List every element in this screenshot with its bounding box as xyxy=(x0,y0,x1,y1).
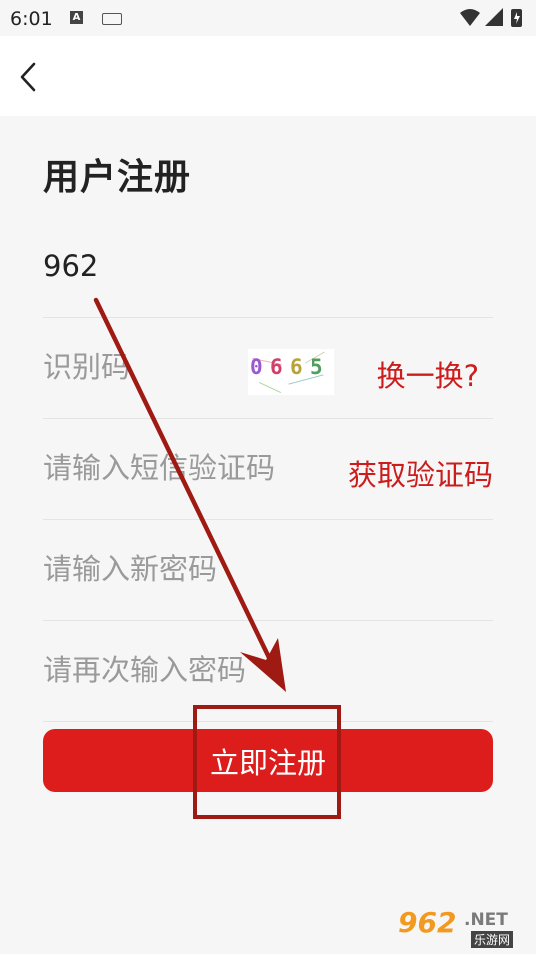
watermark-brand: 962 xyxy=(398,906,457,939)
watermark-logo: 962 .NET 乐游网 xyxy=(396,906,528,948)
captcha-image[interactable]: 0 6 6 5 xyxy=(248,349,334,395)
phone-row xyxy=(43,216,493,318)
watermark-suffix: .NET xyxy=(464,910,508,930)
register-form: 用户注册 0 6 6 5 换一换? 获取验证码 立即注册 xyxy=(0,116,536,954)
signal-icon xyxy=(485,8,503,26)
register-button[interactable]: 立即注册 xyxy=(43,729,493,792)
captcha-char: 0 xyxy=(250,355,263,379)
captcha-refresh-link[interactable]: 换一换? xyxy=(377,353,479,395)
new-password-input[interactable] xyxy=(43,519,483,619)
sms-code-row: 获取验证码 xyxy=(43,418,493,520)
new-password-row xyxy=(43,519,493,621)
watermark-tagline: 乐游网 xyxy=(471,931,514,948)
page-title: 用户注册 xyxy=(43,157,192,198)
get-code-button[interactable]: 获取验证码 xyxy=(348,452,493,494)
a-notification-icon: A xyxy=(70,11,83,24)
sms-code-input[interactable] xyxy=(43,418,303,518)
captcha-char: 6 xyxy=(290,355,303,379)
chevron-left-icon[interactable] xyxy=(14,60,44,94)
captcha-char: 5 xyxy=(310,355,323,379)
confirm-password-input[interactable] xyxy=(43,620,483,720)
app-bar xyxy=(0,36,536,116)
status-bar: 6:01 A xyxy=(0,0,536,36)
wifi-icon xyxy=(460,9,480,26)
phone-input[interactable] xyxy=(43,216,483,316)
captcha-char: 6 xyxy=(270,355,283,379)
captcha-row: 0 6 6 5 换一换? xyxy=(43,317,493,419)
keyboard-icon xyxy=(102,13,122,25)
status-time: 6:01 xyxy=(10,8,53,30)
status-icons xyxy=(460,8,522,27)
confirm-password-row xyxy=(43,620,493,722)
